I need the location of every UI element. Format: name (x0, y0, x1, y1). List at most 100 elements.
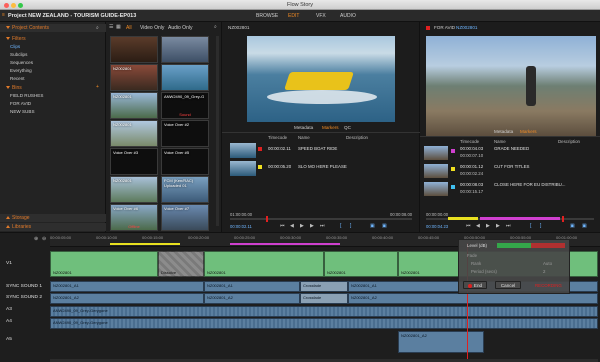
audio-clip[interactable]: ANW2490_09_Grey-Gerygone (50, 318, 598, 329)
list-view-icon[interactable]: ☰ (109, 24, 113, 30)
tab-video-only[interactable]: Video Only (140, 25, 164, 31)
mark-in-icon[interactable]: [ (340, 223, 341, 229)
col-timecode[interactable]: Timecode (460, 139, 479, 144)
play-icon[interactable]: ▶ (486, 223, 490, 229)
audio-clip[interactable]: ANW2490_09_Grey-Gerygone (50, 306, 598, 317)
thumbnail[interactable]: NZ002801 (110, 176, 158, 203)
marker-timecode[interactable]: 00:00:04.03 (460, 146, 483, 151)
thumbnail[interactable] (161, 64, 209, 91)
marker-name[interactable]: CUT FOR TITLES (494, 164, 529, 169)
marker-timecode[interactable]: 00:00:02.11 (268, 146, 291, 151)
go-to-end-icon[interactable]: ⏭ (506, 223, 511, 229)
track-label-a3[interactable]: A3 (0, 307, 50, 312)
bin-new-subs[interactable]: NEW SUBS (10, 109, 35, 114)
menu-icon[interactable]: ≡ (2, 12, 5, 18)
thumbnail[interactable]: Voice Over #3 (110, 148, 158, 175)
go-to-end-icon[interactable]: ⏭ (320, 223, 325, 229)
step-back-icon[interactable]: ◀ (290, 223, 294, 229)
record-playhead[interactable] (562, 216, 564, 222)
mark-out-icon[interactable]: ] (540, 223, 541, 229)
extract-icon[interactable]: ▣ (582, 223, 587, 229)
tab-qc[interactable]: QC (344, 125, 351, 130)
thumbnail[interactable]: Voice Over #5 (161, 148, 209, 175)
project-title[interactable]: Project NEW ZEALAND - TOURISM GUIDE-EP01… (8, 13, 136, 19)
step-back-icon[interactable]: ◀ (476, 223, 480, 229)
tab-markers[interactable]: Markers (322, 125, 339, 130)
audio-clip[interactable]: NZ002801_A2 (204, 293, 300, 304)
thumbnail[interactable]: ANW2490_09_Grey-G Sound (161, 92, 209, 119)
tab-vfx[interactable]: VFX (316, 13, 326, 19)
audio-clip[interactable]: NZ002801_A2 (398, 331, 484, 353)
step-forward-icon[interactable]: ▶ (496, 223, 500, 229)
bin-scrollbar[interactable] (216, 36, 219, 226)
marker-end-timecode[interactable]: 00:00:15.17 (460, 189, 483, 194)
zoom-in-icon[interactable]: ⊕ (34, 236, 38, 242)
tab-metadata[interactable]: Metadata (494, 129, 513, 134)
libraries-header[interactable]: Libraries (0, 223, 106, 231)
filter-subclips[interactable]: Subclips (10, 52, 27, 57)
track-label-a4[interactable]: A4 (0, 319, 50, 324)
thumbnail[interactable]: NZ002801 (110, 120, 158, 147)
period-input[interactable]: 2 (543, 269, 545, 274)
col-timecode[interactable]: Timecode (268, 135, 287, 140)
tab-all[interactable]: All (126, 25, 132, 31)
play-icon[interactable]: ▶ (300, 223, 304, 229)
track-label-sync-sound-2[interactable]: SYNC SOUND 2 (0, 295, 50, 300)
transition-clip[interactable]: Dissolve (158, 251, 204, 277)
filter-sequences[interactable]: Sequences (10, 60, 33, 65)
storage-header[interactable]: Storage (0, 214, 106, 222)
source-scrubber[interactable] (230, 218, 412, 220)
video-clip[interactable]: NZ002801 (204, 251, 324, 277)
end-recording-button[interactable]: End (463, 281, 487, 289)
go-to-start-icon[interactable]: ⏮ (466, 223, 471, 229)
bin-for-avid[interactable]: FOR AVID (10, 101, 31, 106)
thumbnail[interactable]: NZ002801 (110, 64, 158, 91)
mark-out-icon[interactable]: ] (350, 223, 351, 229)
audio-clip[interactable]: NZ002801_A2 (348, 293, 598, 304)
video-clip[interactable]: NZ002801 (50, 251, 158, 277)
cancel-button[interactable]: Cancel (495, 281, 521, 289)
source-playhead[interactable] (266, 216, 268, 222)
marker-timecode[interactable]: 00:00:01.12 (460, 164, 483, 169)
overwrite-icon[interactable]: ▣ (382, 223, 387, 229)
tab-metadata[interactable]: Metadata (294, 125, 313, 130)
track-label-sync-sound-1[interactable]: SYNC SOUND 1 (0, 284, 50, 289)
col-description[interactable]: Description (558, 139, 580, 144)
grid-view-icon[interactable]: ▦ (116, 24, 121, 30)
marker-timecode[interactable]: 00:00:05.20 (268, 164, 291, 169)
marker-name[interactable]: SPEED BOAT RIDE (298, 146, 337, 151)
track-label-a5[interactable]: A5 (0, 337, 50, 342)
rank-select[interactable]: Auto (543, 261, 552, 266)
crossfade-clip[interactable]: Crossfade (300, 293, 348, 304)
step-forward-icon[interactable]: ▶ (310, 223, 314, 229)
audio-clip[interactable]: NZ002801_A1 (50, 281, 204, 292)
thumbnail[interactable]: NZ002801 (110, 92, 158, 119)
filters-header[interactable]: Filters (0, 35, 106, 43)
thumbnail[interactable]: Voice Over #2 (161, 120, 209, 147)
zoom-out-icon[interactable]: ⊖ (42, 236, 46, 242)
marker-name[interactable]: CLOSE HERE FOR EU DISTRIBU... (494, 182, 565, 187)
crossfade-clip[interactable]: Crossfade (300, 281, 348, 292)
audio-clip[interactable]: NZ002801_A2 (50, 293, 204, 304)
project-contents-header[interactable]: Project Contents (0, 24, 106, 32)
tab-audio-only[interactable]: Audio Only (168, 25, 192, 31)
bin-field-rushes[interactable]: FIELD RUSHES (10, 93, 43, 98)
tab-browse[interactable]: BROWSE (256, 13, 278, 19)
marker-name[interactable]: GRADE NEEDED (494, 146, 529, 151)
lift-icon[interactable]: ▣ (570, 223, 575, 229)
tab-markers[interactable]: Markers (520, 129, 537, 134)
col-description[interactable]: Description (346, 135, 368, 140)
marker-name[interactable]: SLO MO HERE PLEASE (298, 164, 347, 169)
thumbnail[interactable]: Voice Over #7 (161, 204, 209, 231)
thumbnail[interactable]: FCM (Ken/RAC) Uploaded 01 (161, 176, 209, 203)
go-to-start-icon[interactable]: ⏮ (280, 223, 285, 229)
insert-icon[interactable]: ▣ (370, 223, 375, 229)
tab-edit[interactable]: EDIT (288, 13, 299, 19)
filter-recent[interactable]: Recent (10, 76, 25, 81)
track-label-v1[interactable]: V1 (0, 261, 50, 266)
search-icon[interactable]: ⌕ (96, 25, 99, 31)
add-bin-icon[interactable]: + (96, 84, 99, 90)
source-video-frame[interactable] (247, 36, 395, 122)
thumbnail[interactable]: Voice Over #6 Offline (110, 204, 158, 231)
col-name[interactable]: Name (298, 135, 310, 140)
